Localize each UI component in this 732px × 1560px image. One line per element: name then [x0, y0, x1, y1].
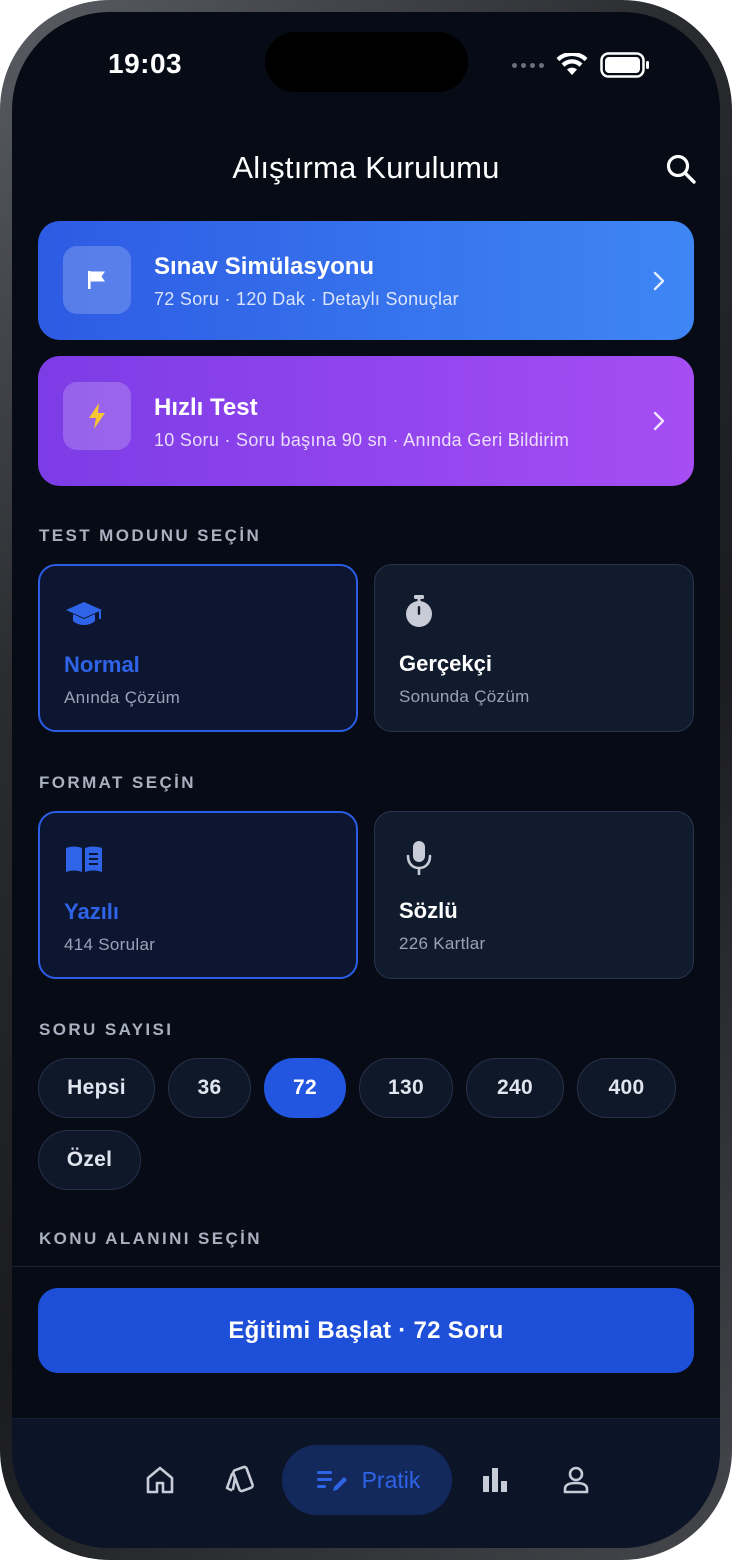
format-oral[interactable]: Sözlü 226 Kartlar — [374, 811, 694, 979]
format-written-subtitle: 414 Sorular — [64, 935, 156, 954]
quick-test-subtitle: 10 Soru · Soru başına 90 sn · Anında Ger… — [154, 430, 570, 450]
page-title: Alıştırma Kurulumu — [232, 150, 500, 185]
battery-icon — [600, 52, 649, 78]
test-mode-normal[interactable]: Normal Anında Çözüm — [38, 564, 358, 732]
count-chip-130[interactable]: 130 — [359, 1058, 453, 1118]
tab-cards[interactable] — [212, 1445, 268, 1515]
test-mode-label: TEST MODUNU SEÇİN — [39, 526, 262, 545]
device-frame: 19:03 Alıştırma Kurulumu Sınav Simülasyo… — [0, 0, 732, 1560]
tab-bar: Pratik — [12, 1418, 720, 1548]
tab-practice[interactable]: Pratik — [282, 1445, 452, 1515]
test-mode-realistic-subtitle: Sonunda Çözüm — [399, 687, 530, 706]
topic-label: KONU ALANINI SEÇİN — [39, 1229, 262, 1248]
test-mode-realistic-title: Gerçekçi — [399, 651, 492, 676]
quick-test-card[interactable]: Hızlı Test 10 Soru · Soru başına 90 sn ·… — [38, 356, 694, 486]
profile-icon — [563, 1466, 589, 1494]
count-chip-custom[interactable]: Özel — [38, 1130, 141, 1190]
count-chip-400[interactable]: 400 — [577, 1058, 676, 1118]
book-icon — [66, 846, 102, 872]
format-oral-subtitle: 226 Kartlar — [399, 934, 486, 953]
tab-profile[interactable] — [548, 1445, 604, 1515]
test-mode-normal-title: Normal — [64, 652, 140, 677]
status-time: 19:03 — [108, 48, 183, 79]
quick-test-title: Hızlı Test — [154, 394, 258, 421]
exam-title: Sınav Simülasyonu — [154, 253, 375, 280]
search-button[interactable] — [664, 152, 698, 186]
exam-icon-box — [63, 246, 131, 314]
search-icon — [666, 154, 696, 184]
stopwatch-icon — [406, 595, 432, 627]
format-label: FORMAT SEÇİN — [39, 773, 196, 792]
chevron-right-icon — [653, 271, 665, 290]
exam-simulation-card[interactable]: Sınav Simülasyonu 72 Soru · 120 Dak · De… — [38, 221, 694, 340]
cellular-signal-icon — [512, 62, 544, 68]
start-training-button[interactable]: Eğitimi Başlat · 72 Soru — [38, 1288, 694, 1373]
test-mode-realistic[interactable]: Gerçekçi Sonunda Çözüm — [374, 564, 694, 732]
chevron-right-icon — [653, 411, 665, 431]
status-icons — [512, 52, 650, 78]
format-oral-title: Sözlü — [399, 898, 458, 923]
dynamic-island — [265, 32, 468, 92]
flag-icon — [88, 271, 105, 289]
lightning-icon — [89, 403, 105, 429]
microphone-icon — [406, 841, 432, 875]
count-chip-36[interactable]: 36 — [168, 1058, 251, 1118]
graduation-cap-icon — [66, 602, 102, 625]
count-chip-72[interactable]: 72 — [264, 1058, 346, 1118]
test-mode-normal-subtitle: Anında Çözüm — [64, 688, 181, 707]
wifi-icon — [556, 53, 588, 75]
cards-icon — [225, 1465, 254, 1493]
divider — [12, 1266, 720, 1267]
count-chip-all[interactable]: Hepsi — [38, 1058, 155, 1118]
home-icon — [146, 1466, 174, 1494]
exam-subtitle: 72 Soru · 120 Dak · Detaylı Sonuçlar — [154, 289, 459, 309]
format-written[interactable]: Yazılı 414 Sorular — [38, 811, 358, 979]
app-screen: 19:03 Alıştırma Kurulumu Sınav Simülasyo… — [12, 12, 720, 1548]
count-chip-240[interactable]: 240 — [466, 1058, 564, 1118]
practice-icon — [316, 1471, 347, 1491]
bar-chart-icon — [483, 1468, 507, 1492]
quick-icon-box — [63, 382, 131, 450]
format-written-title: Yazılı — [64, 899, 120, 924]
tab-stats[interactable] — [467, 1445, 523, 1515]
tab-practice-label: Pratik — [361, 1466, 421, 1493]
question-count-label: SORU SAYISI — [39, 1020, 174, 1039]
tab-home[interactable] — [132, 1445, 188, 1515]
